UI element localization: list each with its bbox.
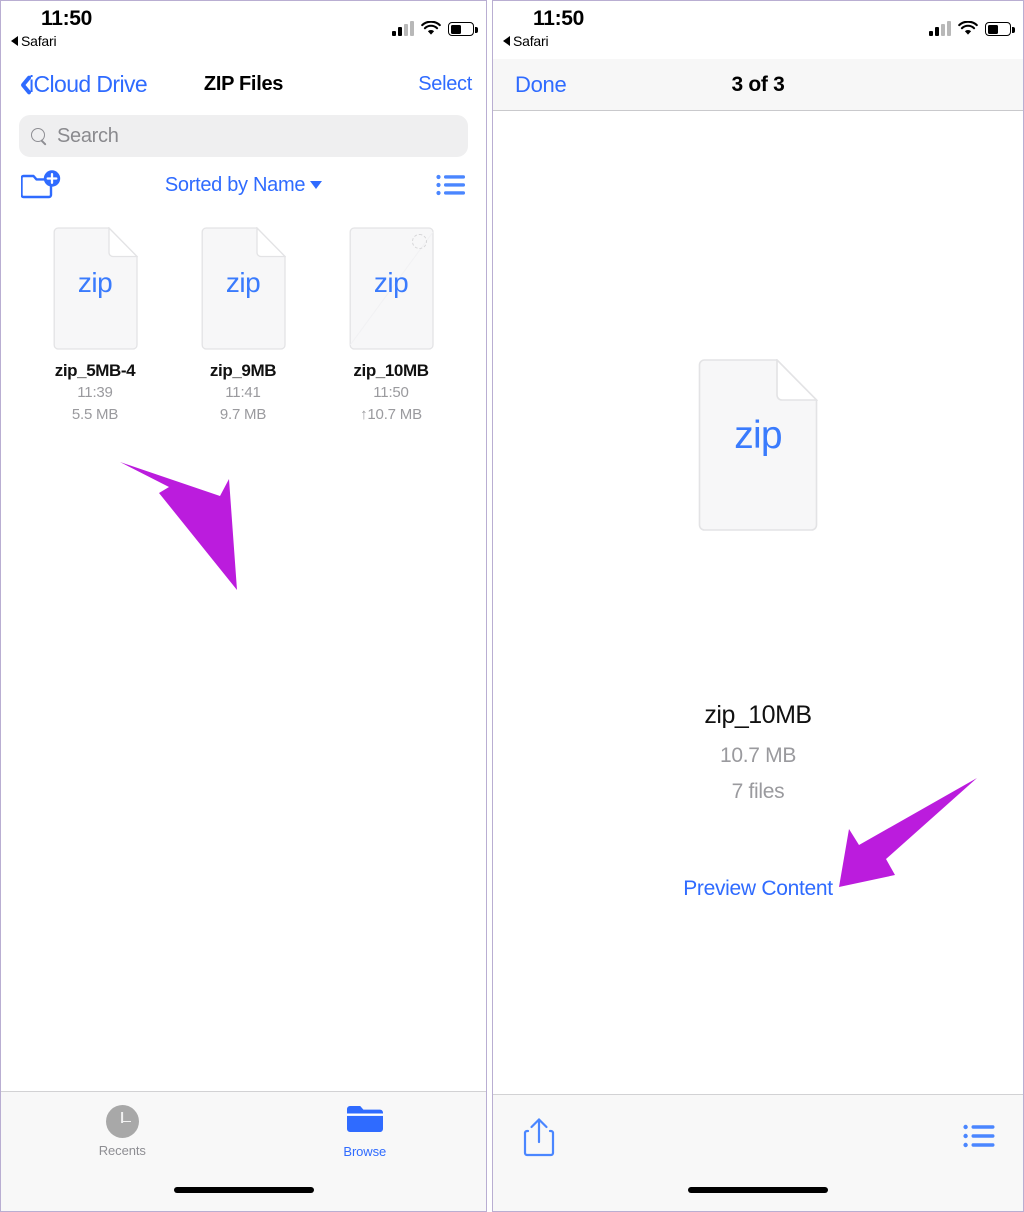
- wifi-icon: [421, 20, 441, 36]
- preview-file-size: 10.7 MB: [719, 744, 797, 767]
- zip-document-icon-large: zip: [698, 358, 819, 531]
- wifi-icon: [958, 20, 978, 36]
- back-button-label: iCloud Drive: [29, 70, 148, 97]
- done-button[interactable]: Done: [515, 72, 567, 98]
- tab-list: Recents Browse: [1, 1092, 486, 1170]
- zip-document-icon: zip: [349, 227, 434, 350]
- search-input[interactable]: Search: [19, 115, 468, 157]
- status-bar-right: 11:50 Safari: [493, 1, 1023, 59]
- zip-document-icon: zip: [53, 227, 138, 350]
- new-folder-icon[interactable]: [20, 169, 61, 201]
- search-container: Search: [1, 109, 486, 157]
- file-size: 9.7 MB: [219, 405, 267, 423]
- navigation-bar-left: iCloud Drive ZIP Files Select: [1, 59, 486, 109]
- preview-bottom-toolbar: [493, 1094, 1023, 1211]
- back-app-label: Safari: [21, 33, 57, 49]
- file-tile[interactable]: zip zip_5MB-4 11:39 5.5 MB: [21, 227, 169, 426]
- file-name: zip_5MB-4: [54, 361, 136, 380]
- chevron-left-icon: [15, 73, 28, 95]
- preview-file-count: 7 files: [731, 780, 785, 803]
- back-triangle-icon: [503, 36, 510, 46]
- file-preview-body: zip zip_10MB 10.7 MB 7 files Preview Con…: [493, 111, 1023, 1094]
- home-indicator[interactable]: [688, 1187, 828, 1193]
- file-size: ↑10.7 MB: [360, 405, 422, 423]
- status-time: 11:50: [41, 7, 93, 30]
- file-name: zip_9MB: [209, 361, 277, 380]
- list-view-icon[interactable]: [963, 1123, 995, 1149]
- status-indicators: [929, 20, 1015, 36]
- tab-label: Recents: [98, 1142, 146, 1158]
- status-indicators: [392, 20, 478, 36]
- status-time: 11:50: [533, 7, 585, 30]
- battery-icon: [448, 22, 478, 36]
- file-type-label: zip: [734, 414, 782, 457]
- sidebar-item-browse[interactable]: Browse: [244, 1092, 487, 1170]
- back-app-label: Safari: [513, 33, 549, 49]
- cellular-signal-icon: [929, 21, 951, 36]
- sort-by-button[interactable]: Sorted by Name: [164, 173, 323, 197]
- home-indicator[interactable]: [173, 1187, 314, 1193]
- file-time: 11:41: [225, 384, 261, 402]
- sort-control-container: Sorted by Name: [1, 174, 486, 197]
- tab-bar-left: Recents Browse: [1, 1091, 486, 1211]
- navigation-bar-right: Done 3 of 3: [493, 59, 1023, 111]
- back-triangle-icon: [11, 36, 18, 46]
- file-tile[interactable]: zip zip_9MB 11:41 9.7 MB: [169, 227, 317, 426]
- file-time: 11:39: [77, 384, 113, 402]
- search-placeholder: Search: [57, 124, 119, 147]
- back-button-icloud-drive[interactable]: iCloud Drive: [15, 70, 148, 98]
- preview-file-name: zip_10MB: [704, 701, 812, 729]
- share-icon[interactable]: [523, 1117, 555, 1157]
- status-bar-left: 11:50 Safari: [1, 1, 486, 59]
- file-tile[interactable]: zip zip_10MB 11:50 ↑10.7 MB: [317, 227, 465, 426]
- right-phone-screen: 11:50 Safari Done 3 of 3 zip zip_10MB 10…: [492, 0, 1024, 1212]
- sort-by-label: Sorted by Name: [164, 173, 306, 196]
- file-size: 5.5 MB: [71, 405, 119, 423]
- back-to-app-link[interactable]: Safari: [503, 33, 549, 49]
- left-phone-screen: 11:50 Safari iCloud Drive ZIP Files Sele…: [0, 0, 487, 1212]
- file-name: zip_10MB: [353, 361, 429, 380]
- file-type-label: zip: [225, 267, 261, 298]
- chevron-down-icon: [310, 181, 323, 189]
- battery-icon: [985, 22, 1015, 36]
- preview-content-link[interactable]: Preview Content: [683, 877, 833, 901]
- folder-icon: [346, 1103, 384, 1139]
- list-view-icon[interactable]: [436, 173, 466, 197]
- tab-label: Browse: [343, 1144, 387, 1159]
- select-button[interactable]: Select: [418, 73, 472, 96]
- files-toolbar: Sorted by Name: [1, 157, 486, 213]
- upload-progress-icon: [411, 234, 427, 249]
- cellular-signal-icon: [392, 21, 414, 36]
- clock-icon: [105, 1104, 139, 1138]
- preview-counter-title: 3 of 3: [731, 72, 785, 96]
- dual-screenshot-container: 11:50 Safari iCloud Drive ZIP Files Sele…: [0, 0, 1024, 1212]
- file-time: 11:50: [373, 384, 409, 402]
- file-type-label: zip: [77, 267, 113, 298]
- sidebar-item-recents[interactable]: Recents: [1, 1092, 244, 1170]
- zip-document-icon: zip: [201, 227, 286, 350]
- file-grid: zip zip_5MB-4 11:39 5.5 MB zip zip_9MB 1…: [1, 213, 486, 426]
- back-to-app-link[interactable]: Safari: [11, 33, 57, 49]
- file-type-label: zip: [373, 267, 409, 298]
- search-icon: [31, 127, 48, 145]
